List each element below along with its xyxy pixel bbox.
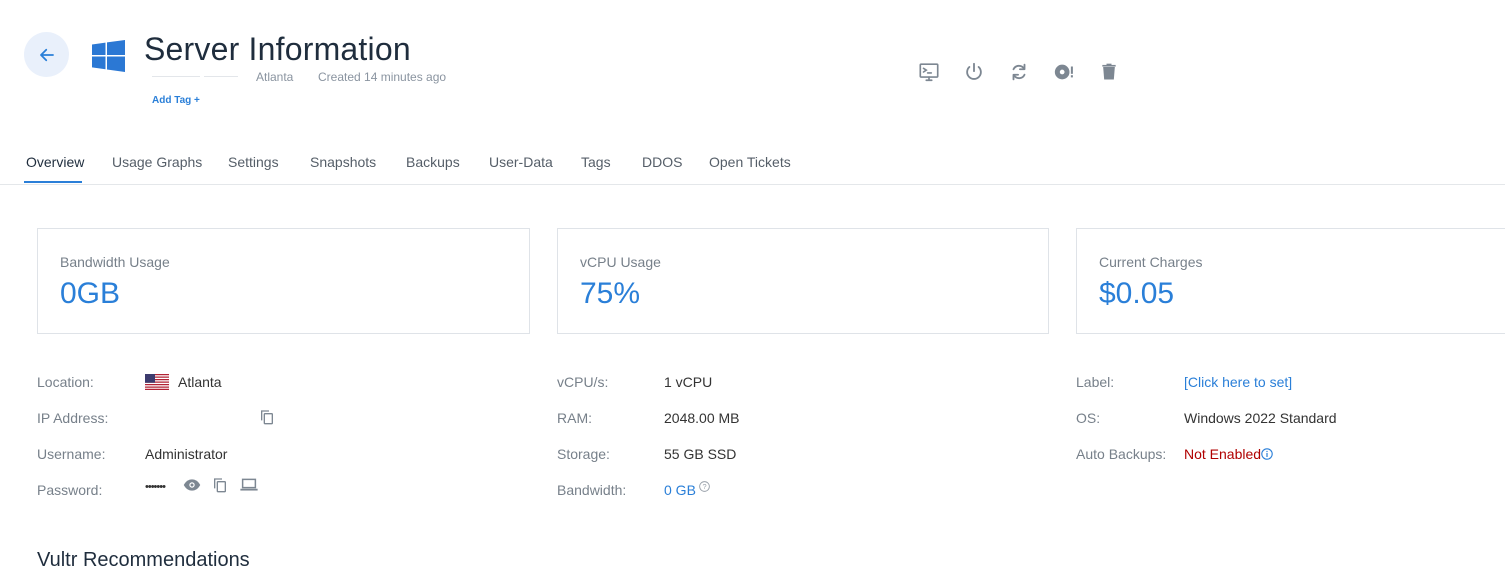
arrow-left-icon [39, 48, 54, 61]
password-label: Password: [37, 482, 103, 498]
back-button[interactable] [24, 32, 69, 77]
copy-icon [261, 410, 273, 425]
card-value: 0GB [60, 277, 121, 310]
username-value: Administrator [145, 446, 228, 462]
auto-backups-label: Auto Backups: [1076, 446, 1167, 462]
set-label-link[interactable]: [Click here to set] [1184, 374, 1292, 390]
os-value: Windows 2022 Standard [1184, 410, 1337, 426]
ram-value: 2048.00 MB [664, 410, 740, 426]
server-destroy-button[interactable] [1097, 60, 1121, 84]
server-reinstall-button[interactable] [1052, 60, 1076, 84]
eye-icon [183, 479, 201, 491]
help-icon: ? [698, 480, 710, 492]
password-value: ••••••• [145, 481, 166, 493]
label-label: Label: [1076, 374, 1115, 390]
tab-user-data[interactable]: User-Data [489, 154, 553, 170]
location-label: Location: [37, 374, 94, 390]
tab-settings[interactable]: Settings [228, 154, 279, 170]
tab-usage-graphs[interactable]: Usage Graphs [112, 154, 202, 170]
card-value: $0.05 [1099, 277, 1175, 310]
copy-icon [214, 478, 226, 493]
restart-icon [1012, 63, 1026, 81]
os-label: OS: [1076, 410, 1101, 426]
windows-logo-icon [92, 40, 125, 72]
header-created: Created 14 minutes ago [318, 70, 447, 84]
power-icon [966, 62, 982, 80]
tab-ddos[interactable]: DDOS [642, 154, 682, 170]
card-label: vCPU Usage [580, 254, 661, 270]
info-icon [1260, 447, 1273, 460]
page-title: Server Information [144, 31, 411, 67]
svg-text:?: ? [702, 481, 706, 490]
ip-placeholder-line [204, 76, 238, 77]
trash-icon [1102, 63, 1116, 80]
tab-tags[interactable]: Tags [581, 154, 611, 170]
add-tag-link[interactable]: Add Tag + [152, 95, 200, 106]
password-console-button[interactable] [239, 476, 259, 494]
bandwidth-value-link[interactable]: 0 GB [664, 482, 696, 498]
tab-snapshots[interactable]: Snapshots [310, 154, 376, 170]
card-label: Current Charges [1099, 254, 1203, 270]
reinstall-icon [1054, 64, 1073, 80]
tab-backups[interactable]: Backups [406, 154, 460, 170]
ram-label: RAM: [557, 410, 592, 426]
server-stop-button[interactable] [962, 60, 986, 84]
copy-ip-button[interactable] [258, 408, 276, 426]
card-label: Bandwidth Usage [60, 254, 170, 270]
vcpu-usage-card: vCPU Usage 75% [557, 228, 1049, 334]
copy-password-button[interactable] [211, 476, 229, 494]
tab-open-tickets[interactable]: Open Tickets [709, 154, 791, 170]
username-label: Username: [37, 446, 106, 462]
bandwidth-usage-card: Bandwidth Usage 0GB [37, 228, 530, 334]
vcpus-value: 1 vCPU [664, 374, 713, 390]
laptop-icon [240, 478, 258, 491]
section-title: Vultr Recommendations [37, 549, 250, 571]
card-value: 75% [580, 277, 641, 310]
tab-bar: Overview Usage Graphs Settings Snapshots… [0, 148, 1505, 185]
hostname-placeholder-line [152, 76, 200, 77]
current-charges-card: Current Charges $0.05 [1076, 228, 1505, 334]
auto-backups-status: Not Enabled [1184, 446, 1262, 462]
vcpus-label: vCPU/s: [557, 374, 609, 390]
show-password-button[interactable] [182, 476, 202, 494]
bandwidth-help-button[interactable]: ? [698, 480, 710, 492]
active-tab-indicator [24, 181, 82, 183]
header-location: Atlanta [256, 70, 294, 84]
location-value: Atlanta [178, 374, 222, 390]
bandwidth-label: Bandwidth: [557, 482, 627, 498]
auto-backups-info-button[interactable] [1260, 447, 1273, 460]
console-icon [919, 63, 939, 82]
us-flag-icon [145, 374, 169, 390]
tab-overview[interactable]: Overview [26, 154, 84, 170]
storage-label: Storage: [557, 446, 610, 462]
storage-value: 55 GB SSD [664, 446, 737, 462]
ip-address-label: IP Address: [37, 410, 109, 426]
view-console-button[interactable] [917, 60, 941, 84]
server-restart-button[interactable] [1007, 60, 1031, 84]
